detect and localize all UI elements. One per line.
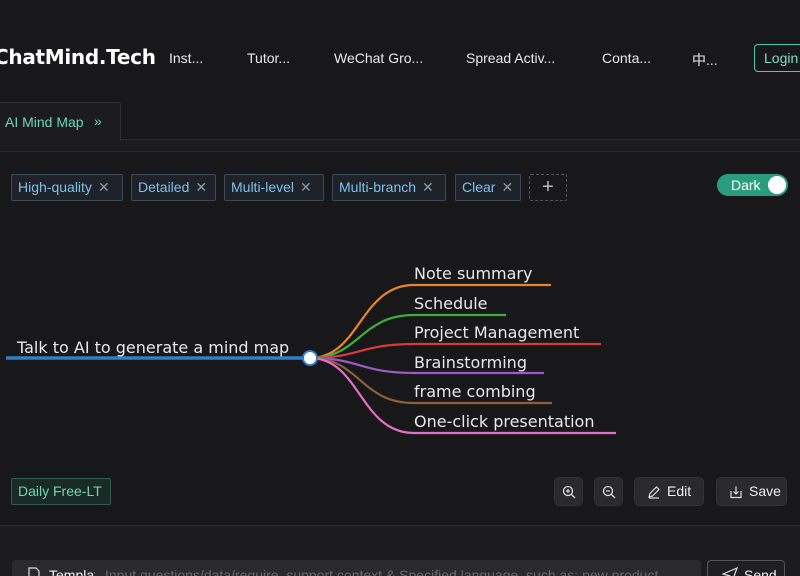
tab-label: AI Mind Map xyxy=(5,114,84,130)
mind-map-card: High-quality ✕ Detailed ✕ Multi-level ✕ Mul… xyxy=(0,151,800,526)
branch-node[interactable]: Schedule xyxy=(414,294,488,313)
tag-chip[interactable]: High-quality ✕ xyxy=(11,174,123,201)
pencil-icon xyxy=(648,486,660,499)
root-node-handle[interactable] xyxy=(302,350,318,366)
tag-label: Multi-branch xyxy=(339,179,417,195)
root-node[interactable]: Talk to AI to generate a mind map xyxy=(16,338,289,357)
tag-chip[interactable]: Multi-level ✕ xyxy=(224,174,324,201)
close-icon[interactable]: ✕ xyxy=(300,179,312,195)
close-icon[interactable]: ✕ xyxy=(422,179,434,195)
send-label: Send xyxy=(744,567,777,576)
composer-bar: Templates Send xyxy=(0,527,800,576)
close-icon[interactable]: ✕ xyxy=(501,179,513,195)
tag-chip[interactable]: Detailed ✕ xyxy=(131,174,216,201)
zoom-out-button[interactable] xyxy=(594,477,623,506)
nav-item-spread-activity[interactable]: Spread Activ... xyxy=(466,50,555,66)
nav-item-language[interactable]: 中... xyxy=(692,50,718,70)
close-icon[interactable]: ✕ xyxy=(195,179,207,195)
zoom-in-button[interactable] xyxy=(554,477,583,506)
top-header: ChatMind.Tech Inst... Tutor... WeChat Gr… xyxy=(0,0,800,100)
login-button[interactable]: Login xyxy=(754,44,800,72)
tag-label: Detailed xyxy=(138,179,190,195)
document-icon xyxy=(28,567,40,576)
branch-node[interactable]: frame combing xyxy=(414,382,536,401)
zoom-in-icon xyxy=(562,485,576,499)
tag-label: High-quality xyxy=(18,179,92,195)
mind-map-canvas[interactable]: Talk to AI to generate a mind map Note s… xyxy=(0,232,800,472)
branch-node[interactable]: Project Management xyxy=(414,323,579,342)
save-button[interactable]: Save xyxy=(716,477,787,506)
branch-node[interactable]: Note summary xyxy=(414,264,532,283)
theme-toggle[interactable]: Dark xyxy=(717,174,788,196)
templates-button[interactable]: Templates xyxy=(12,560,113,576)
save-label: Save xyxy=(749,483,781,499)
tab-bar: AI Mind Map » xyxy=(0,100,800,141)
send-button[interactable]: Send xyxy=(707,560,785,576)
tag-chip[interactable]: Multi-branch ✕ xyxy=(332,174,446,201)
nav-item-instructions[interactable]: Inst... xyxy=(169,50,203,66)
daily-free-badge: Daily Free-LT xyxy=(11,478,111,505)
save-icon xyxy=(730,486,742,499)
zoom-out-icon xyxy=(602,485,616,499)
branch-node[interactable]: One-click presentation xyxy=(414,412,594,431)
nav-item-wechat-group[interactable]: WeChat Gro... xyxy=(334,50,423,66)
close-icon[interactable]: ✕ xyxy=(98,179,110,195)
edit-button[interactable]: Edit xyxy=(634,477,704,506)
double-chevron-right-icon[interactable]: » xyxy=(94,113,102,129)
prompt-input[interactable] xyxy=(95,560,701,576)
tag-chip[interactable]: Clear ✕ xyxy=(455,174,521,201)
tag-label: Clear xyxy=(462,179,496,195)
add-tag-button[interactable]: + xyxy=(529,174,567,201)
logo[interactable]: ChatMind.Tech xyxy=(0,45,156,69)
tag-label: Multi-level xyxy=(231,179,295,195)
tab-ai-mind-map[interactable]: AI Mind Map » xyxy=(0,102,121,141)
edit-label: Edit xyxy=(667,483,692,499)
plus-icon: + xyxy=(542,176,554,198)
theme-toggle-label: Dark xyxy=(731,177,761,193)
send-icon xyxy=(722,567,738,576)
branch-node[interactable]: Brainstorming xyxy=(414,353,527,372)
toggle-knob xyxy=(768,176,786,194)
nav-item-tutorial[interactable]: Tutor... xyxy=(247,50,290,66)
nav-item-contact[interactable]: Conta... xyxy=(602,50,651,66)
